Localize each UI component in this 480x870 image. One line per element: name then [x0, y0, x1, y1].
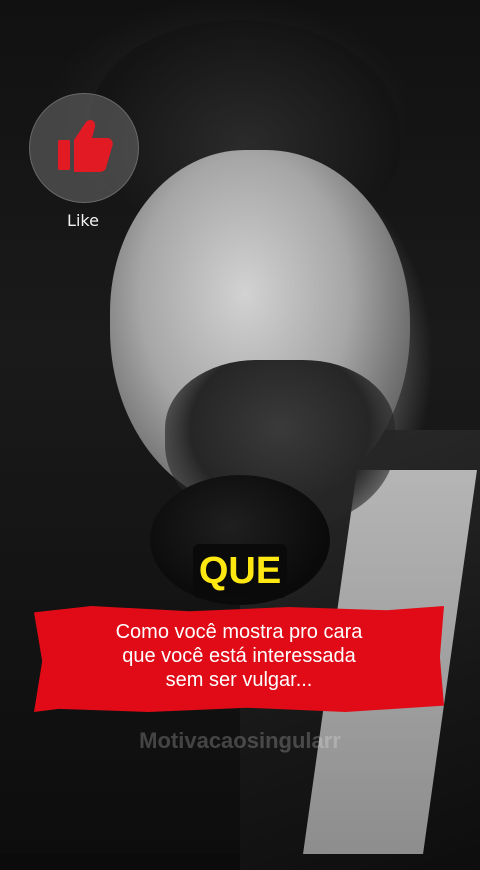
caption-line: que você está interessada [122, 645, 356, 667]
highlight-word: QUE [198, 549, 282, 592]
highlight-word-box: QUE [193, 544, 287, 598]
like-button[interactable] [29, 93, 139, 203]
like-label: Like [67, 211, 99, 230]
caption-line: sem ser vulgar... [165, 669, 313, 691]
caption: Como você mostra pro cara que você está … [34, 620, 444, 692]
caption-line: Como você mostra pro cara [115, 621, 363, 643]
watermark: Motivacaosingularr [139, 728, 341, 753]
thumbs-up-icon [52, 114, 116, 182]
